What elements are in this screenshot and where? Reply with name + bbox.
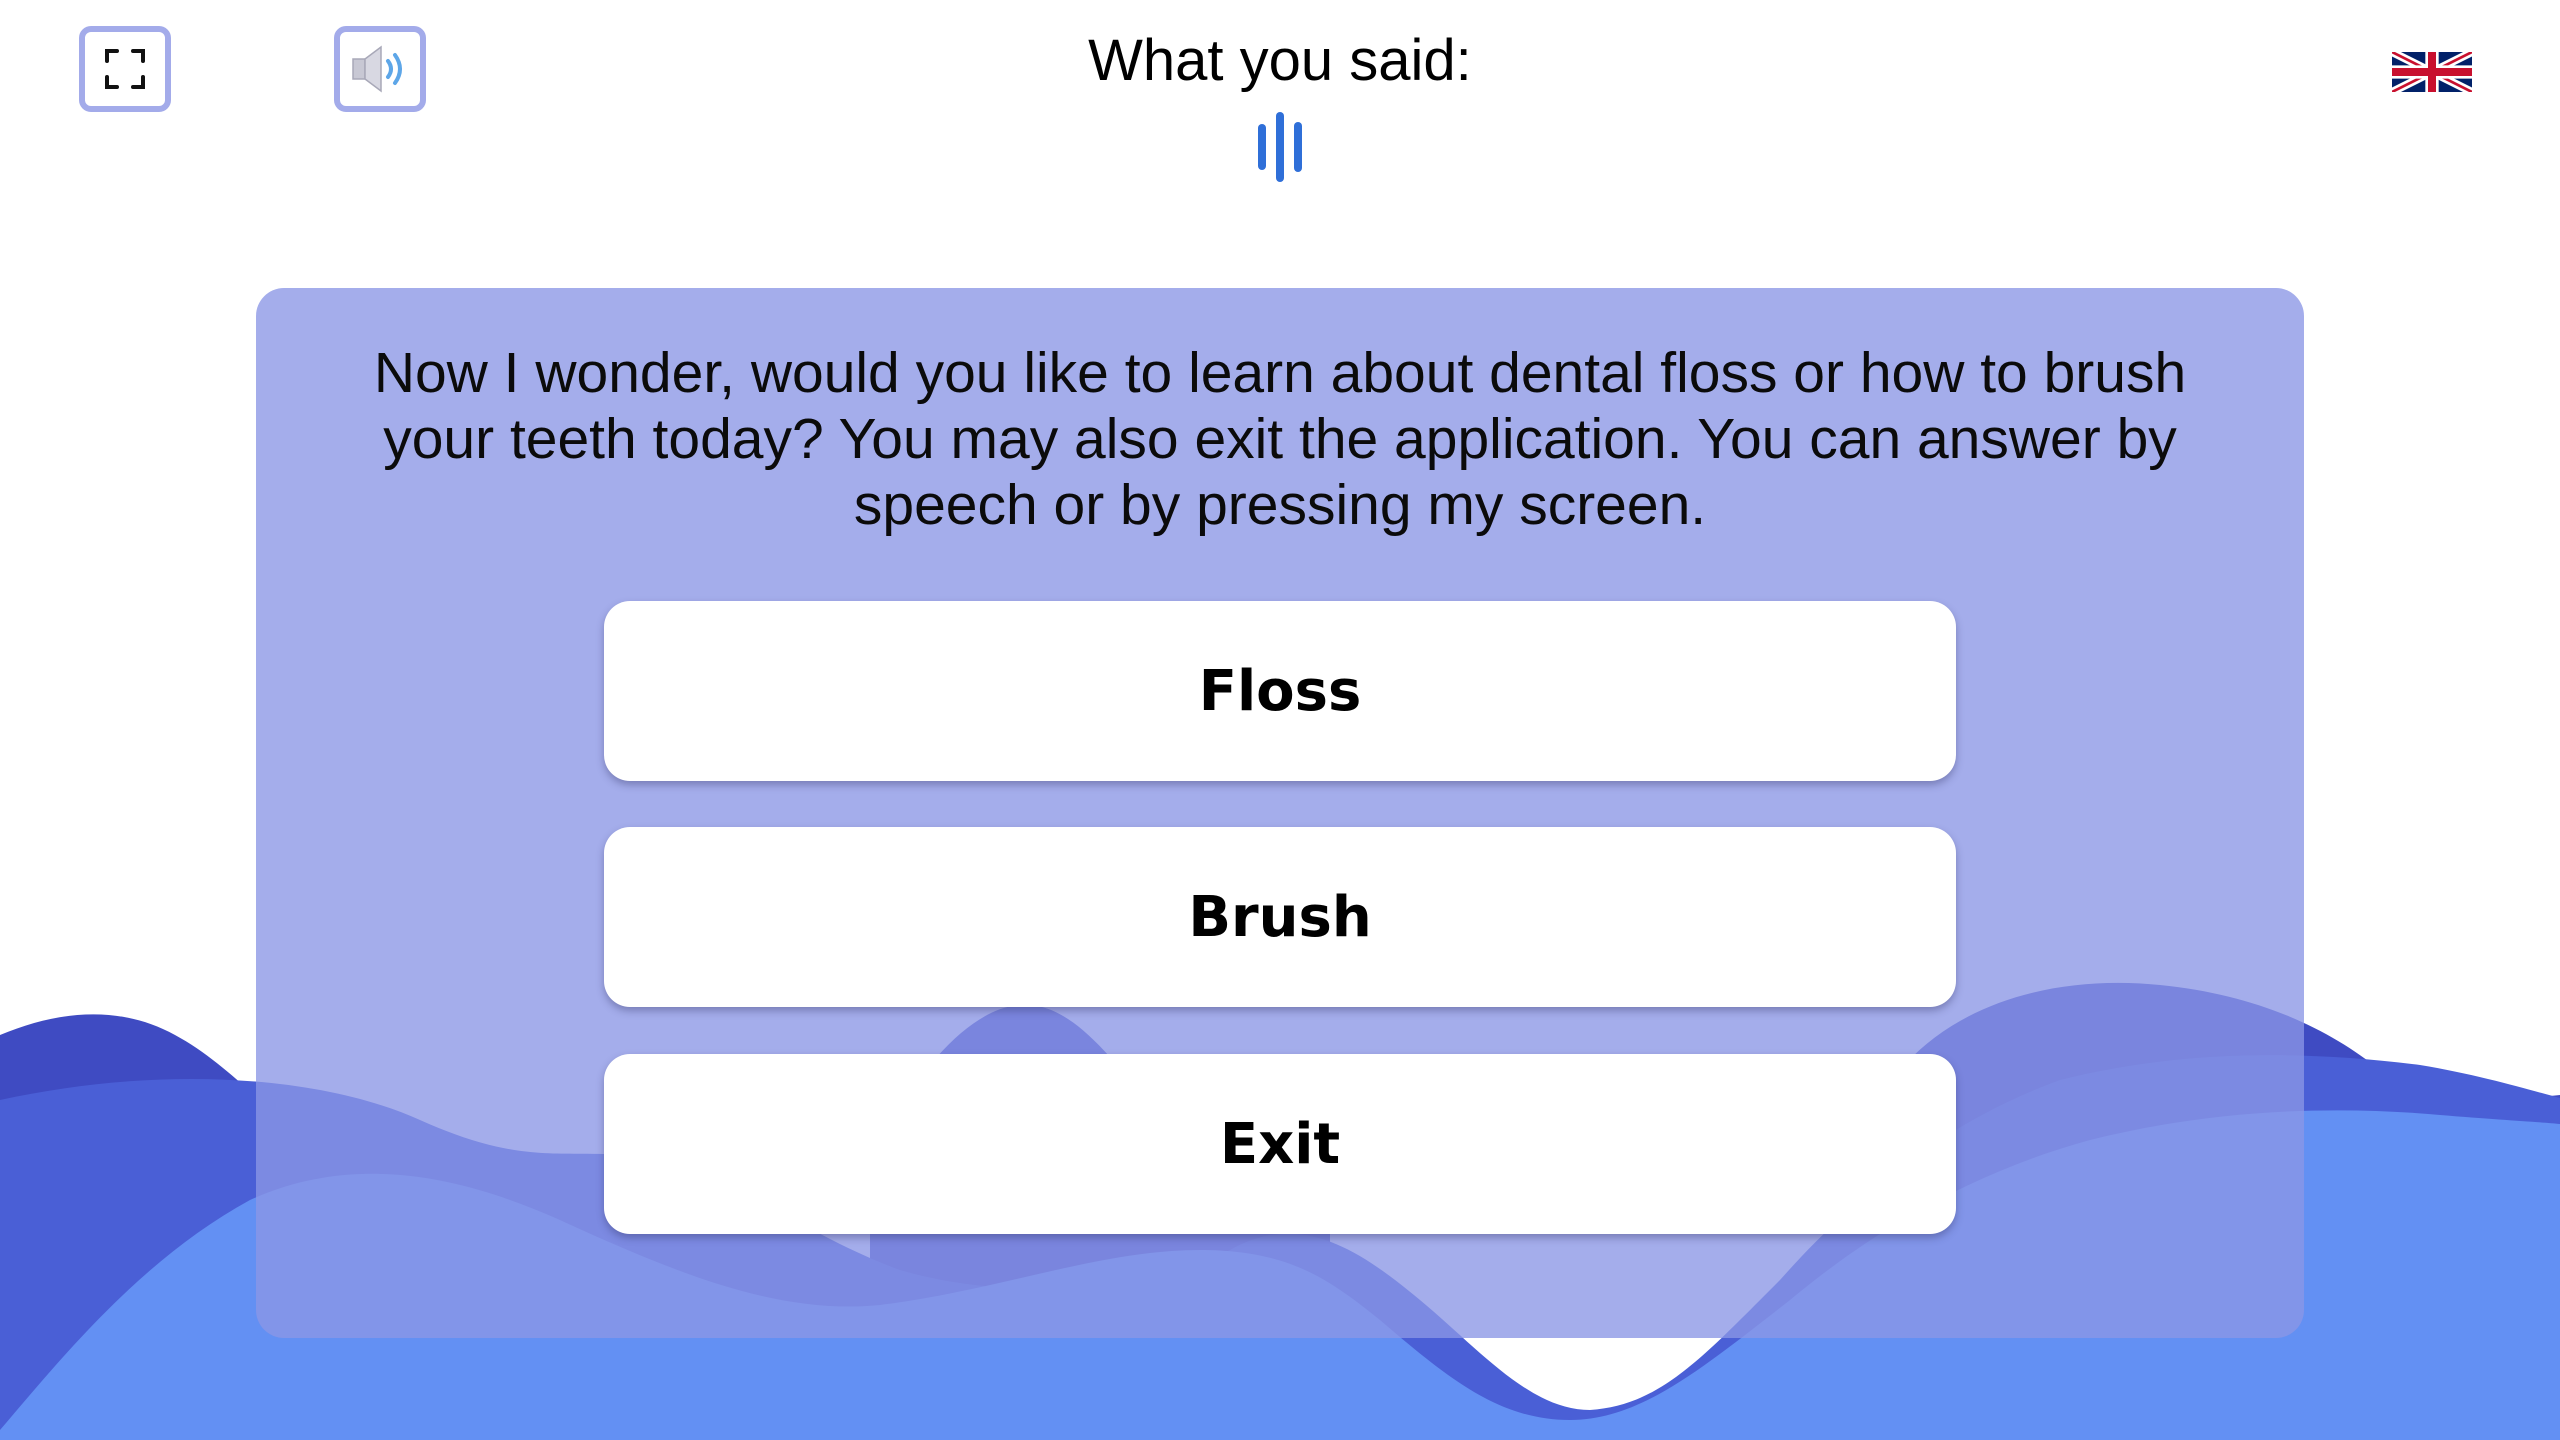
app-screen: What you said: Now I wonder, would you l… xyxy=(0,0,2560,1440)
listening-bars-icon xyxy=(1258,112,1302,182)
sound-button[interactable] xyxy=(334,26,426,112)
floss-button[interactable]: Floss xyxy=(604,601,1956,781)
dialog-prompt: Now I wonder, would you like to learn ab… xyxy=(373,341,2187,537)
speech-feedback-label: What you said: xyxy=(1088,28,1472,93)
speaker-icon xyxy=(352,45,402,93)
fullscreen-icon xyxy=(105,49,145,89)
brush-button[interactable]: Brush xyxy=(604,827,1956,1007)
fullscreen-button[interactable] xyxy=(79,26,171,112)
uk-flag-icon[interactable] xyxy=(2392,52,2472,92)
exit-button[interactable]: Exit xyxy=(604,1054,1956,1234)
speech-feedback: What you said: xyxy=(980,22,1580,182)
